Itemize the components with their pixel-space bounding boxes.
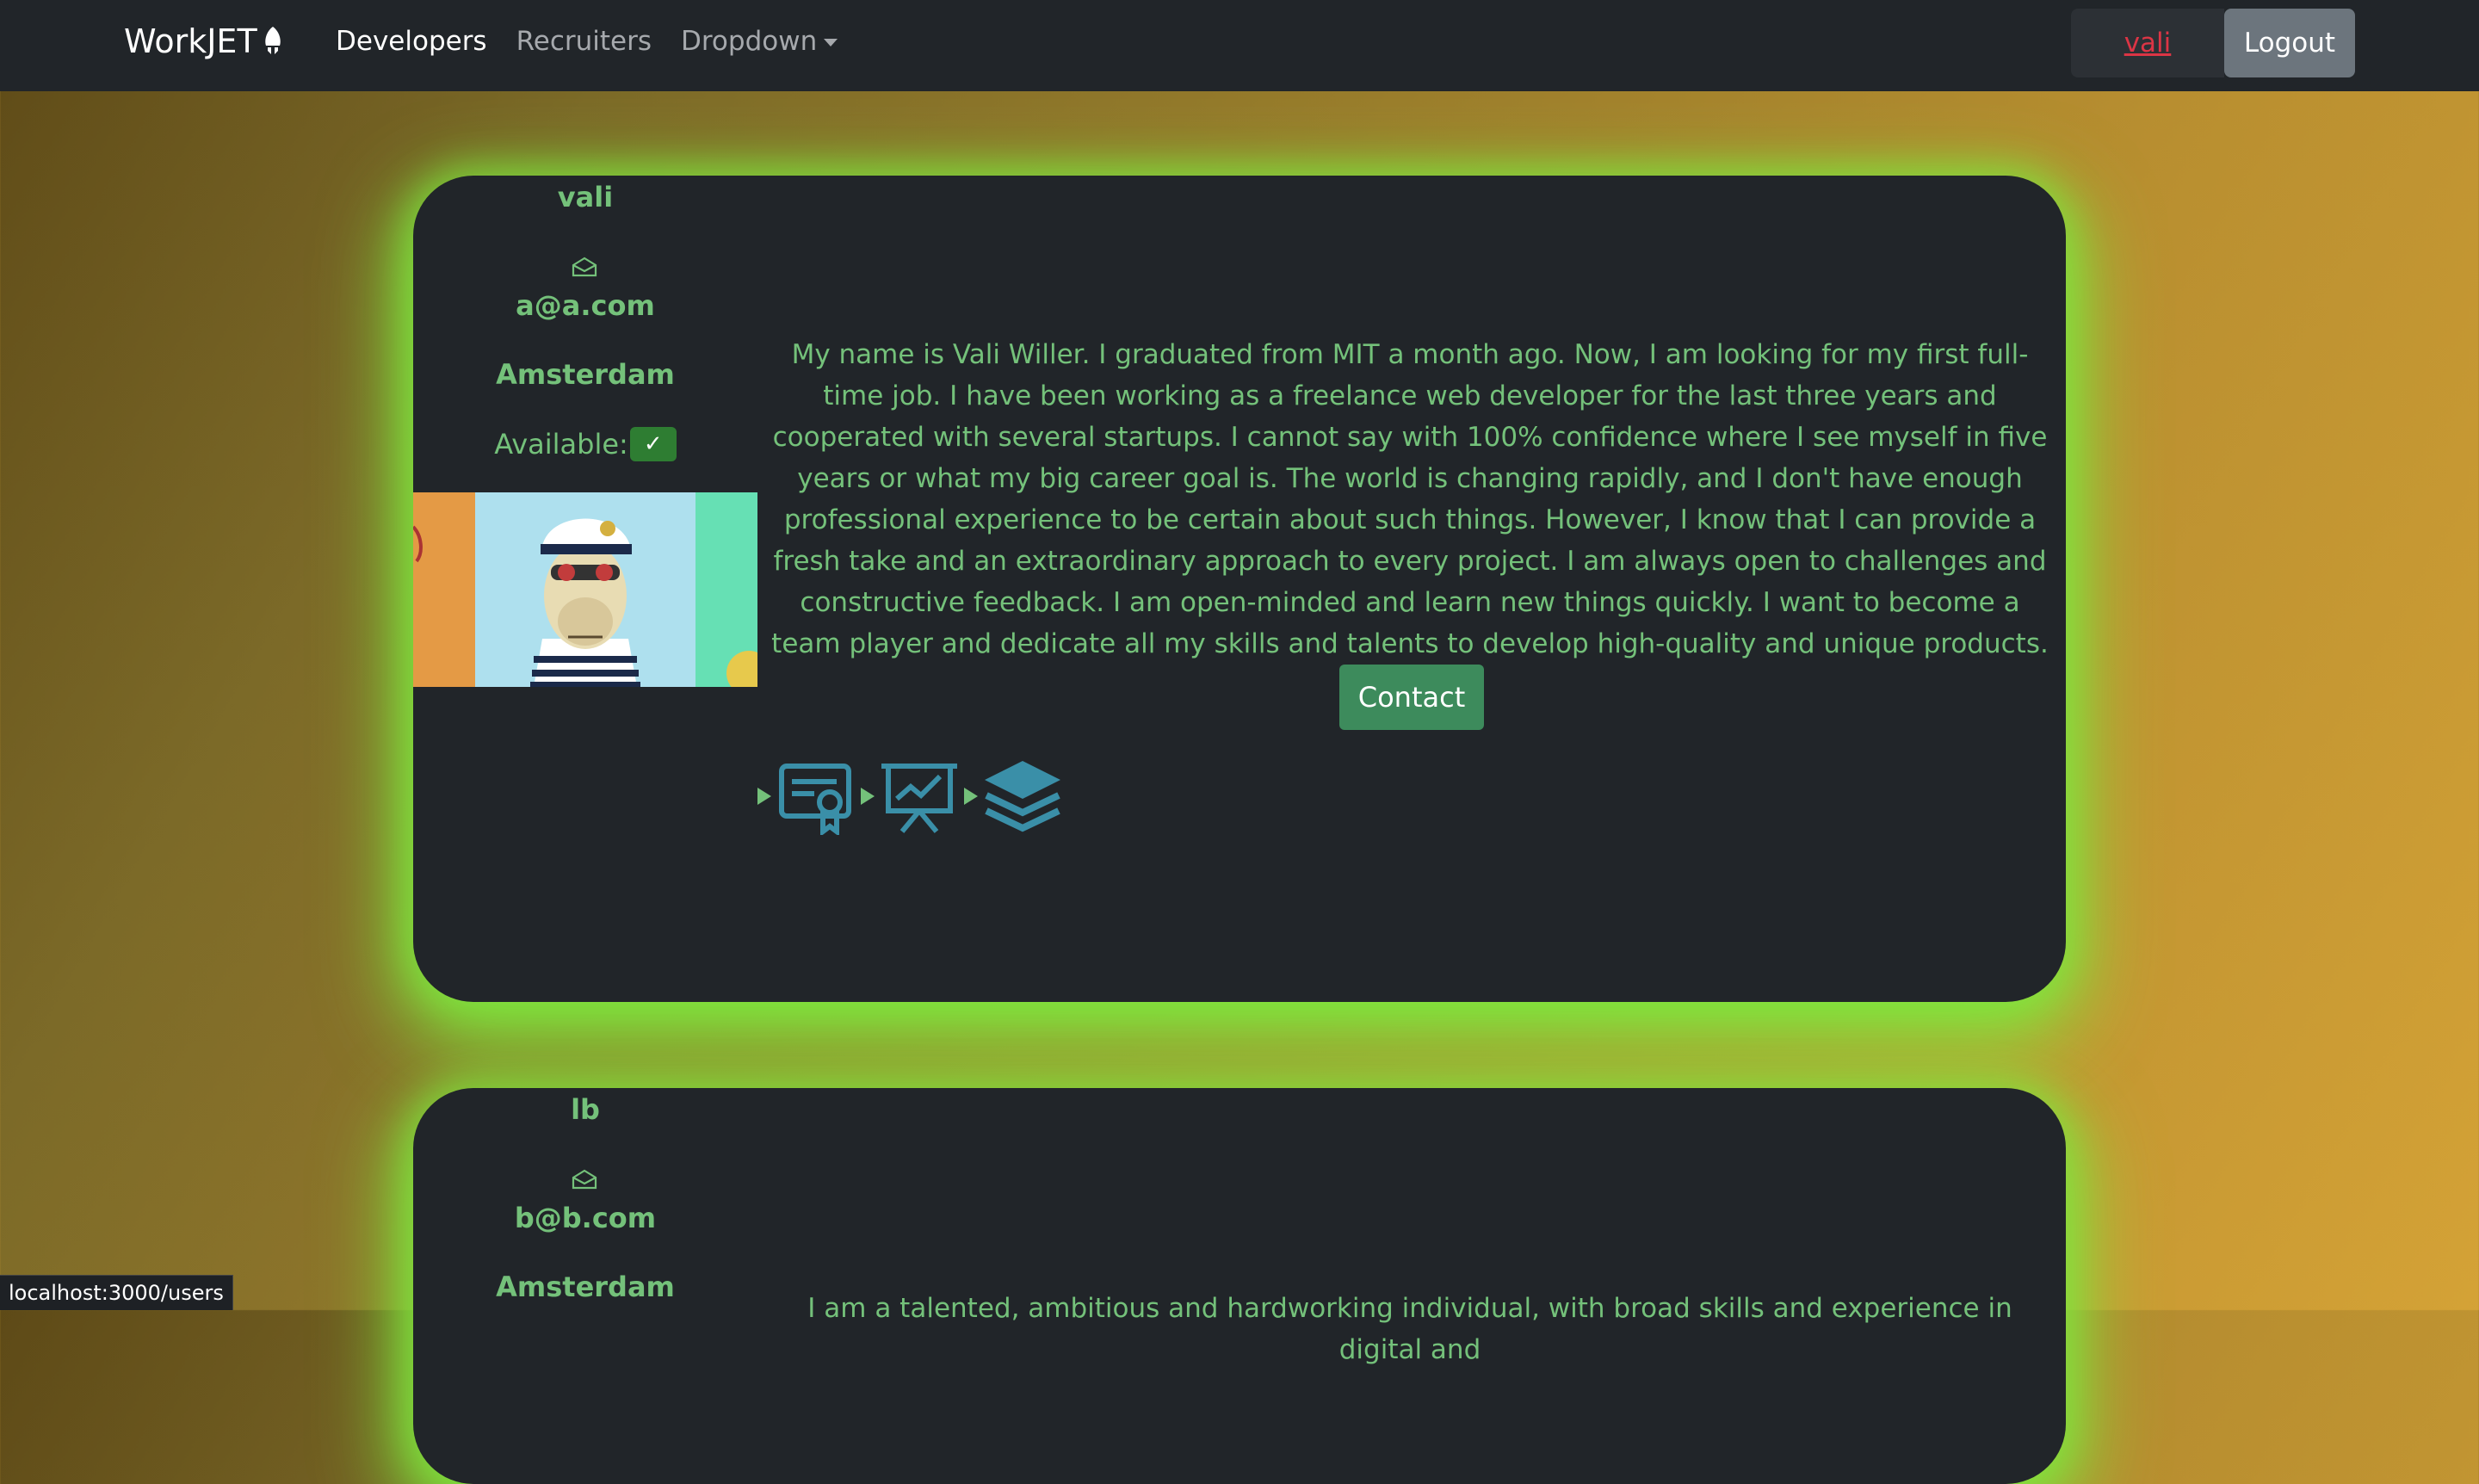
developer-bio: I am a talented, ambitious and hardworki… <box>807 1293 2012 1365</box>
layers-icon <box>985 761 1060 832</box>
developer-email: b@b.com <box>514 1202 657 1234</box>
developer-card: lb b@b.com Amsterdam I am a talented, am… <box>413 1088 2066 1484</box>
certificate-icon <box>779 764 851 835</box>
skills-strip <box>757 757 1064 835</box>
developer-city: Amsterdam <box>496 358 675 391</box>
user-profile-link[interactable]: vali <box>2124 28 2172 59</box>
rocket-icon <box>264 27 281 54</box>
user-box: vali <box>2071 9 2224 77</box>
caret-down-icon <box>824 39 838 46</box>
play-arrow-icon <box>757 788 771 805</box>
developer-email: a@a.com <box>516 289 655 322</box>
avatar-ape-image <box>413 492 757 687</box>
brand-logo[interactable]: WorkJET <box>124 22 285 60</box>
checkmark-badge: ✓ <box>629 427 677 461</box>
envelope-open-icon <box>572 1169 597 1190</box>
envelope-open-icon <box>572 257 597 277</box>
developer-name: vali <box>557 181 614 213</box>
developer-card: vali a@a.com Amsterdam Available: ✓ My n… <box>413 176 2066 1002</box>
nav-link-developers[interactable]: Developers <box>336 26 487 57</box>
availability-label: Available: <box>494 428 628 461</box>
link-status-tooltip: localhost:3000/users <box>0 1275 233 1310</box>
play-arrow-icon <box>861 788 875 805</box>
developer-city: Amsterdam <box>496 1271 675 1303</box>
brand-name: WorkJET <box>124 22 257 60</box>
availability: Available: ✓ <box>413 427 757 461</box>
contact-button[interactable]: Contact <box>1339 665 1484 730</box>
top-navbar: WorkJET Developers Recruiters Dropdown v… <box>0 0 2479 91</box>
nav-dropdown-label: Dropdown <box>681 26 818 57</box>
developer-name: lb <box>571 1093 600 1126</box>
logout-button[interactable]: Logout <box>2224 9 2355 77</box>
nav-link-recruiters[interactable]: Recruiters <box>516 26 652 57</box>
presentation-chart-icon <box>881 764 957 833</box>
developer-bio: My name is Vali Willer. I graduated from… <box>771 339 2049 659</box>
play-arrow-icon <box>964 788 978 805</box>
nav-dropdown[interactable]: Dropdown <box>681 26 838 57</box>
